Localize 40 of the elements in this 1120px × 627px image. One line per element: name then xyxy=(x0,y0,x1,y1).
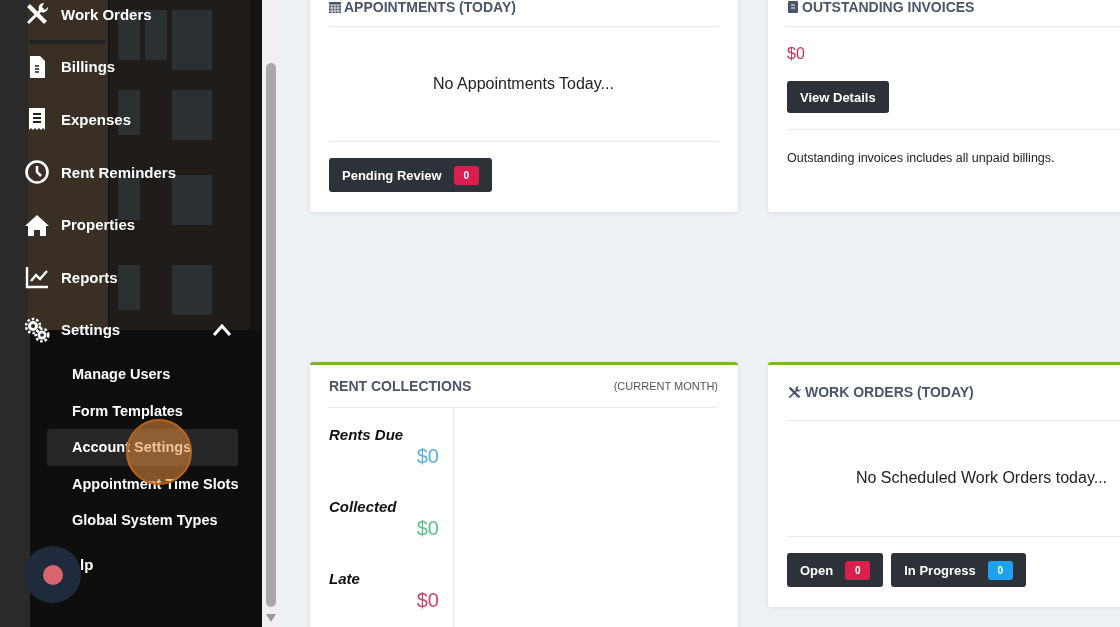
gears-icon xyxy=(24,316,50,343)
clock-icon xyxy=(24,159,50,186)
count-badge: 0 xyxy=(987,560,1013,580)
card-title: RENT COLLECTIONS xyxy=(329,378,472,394)
sidebar-item[interactable]: Properties xyxy=(0,198,262,251)
chevron-icon[interactable] xyxy=(212,322,232,337)
sidebar-item[interactable]: Billings xyxy=(0,40,262,94)
scrollbar[interactable] xyxy=(262,0,280,627)
stat-label: Late xyxy=(329,570,361,587)
stat-label: Collected xyxy=(329,498,398,515)
sidebar-item[interactable]: Reports xyxy=(0,250,262,304)
card-title: WORK ORDERS (TODAY) xyxy=(787,384,974,401)
empty-message: No Scheduled Work Orders today... xyxy=(787,420,1120,537)
stat-amount: $0 xyxy=(416,445,439,468)
view-details-button[interactable]: View Details xyxy=(787,81,889,113)
submenu-item[interactable]: Global System Types xyxy=(47,502,238,539)
stat-amount: $0 xyxy=(416,589,439,612)
submenu-item[interactable]: Manage Users xyxy=(47,356,238,393)
stat-amount: $0 xyxy=(416,517,439,540)
period-label: (CURRENT MONTH) xyxy=(613,380,718,392)
sidebar-item[interactable]: Work Orders xyxy=(0,0,262,41)
status-button[interactable]: Pending Review 0 xyxy=(329,158,492,192)
stat-label: Rents Due xyxy=(329,426,405,443)
count-badge: 0 xyxy=(845,560,871,580)
submenu-item[interactable]: Appointment Time Slots xyxy=(47,465,243,503)
line-chart-icon xyxy=(24,264,50,291)
card-title: OUTSTANDING INVOICES xyxy=(787,0,975,15)
sidebar-item[interactable]: Rent Reminders xyxy=(0,145,262,199)
count-badge: 0 xyxy=(453,165,479,185)
card-title: APPOINTMENTS (TODAY) xyxy=(329,0,516,15)
status-button[interactable]: In Progress 0 xyxy=(891,553,1026,587)
sidebar-item[interactable]: lp xyxy=(0,538,262,592)
empty-message: No Appointments Today... xyxy=(329,27,718,142)
sidebar-item[interactable]: Settings xyxy=(0,303,262,357)
crossed-tools-icon xyxy=(787,384,802,400)
invoice-amount: $0 xyxy=(787,44,806,64)
submenu-item[interactable]: Form Templates xyxy=(47,392,238,430)
sidebar-item[interactable]: Expenses xyxy=(0,93,262,146)
invoice-note: Outstanding invoices includes all unpaid billings. xyxy=(787,129,1120,165)
status-button[interactable]: Open 0 xyxy=(787,553,884,587)
